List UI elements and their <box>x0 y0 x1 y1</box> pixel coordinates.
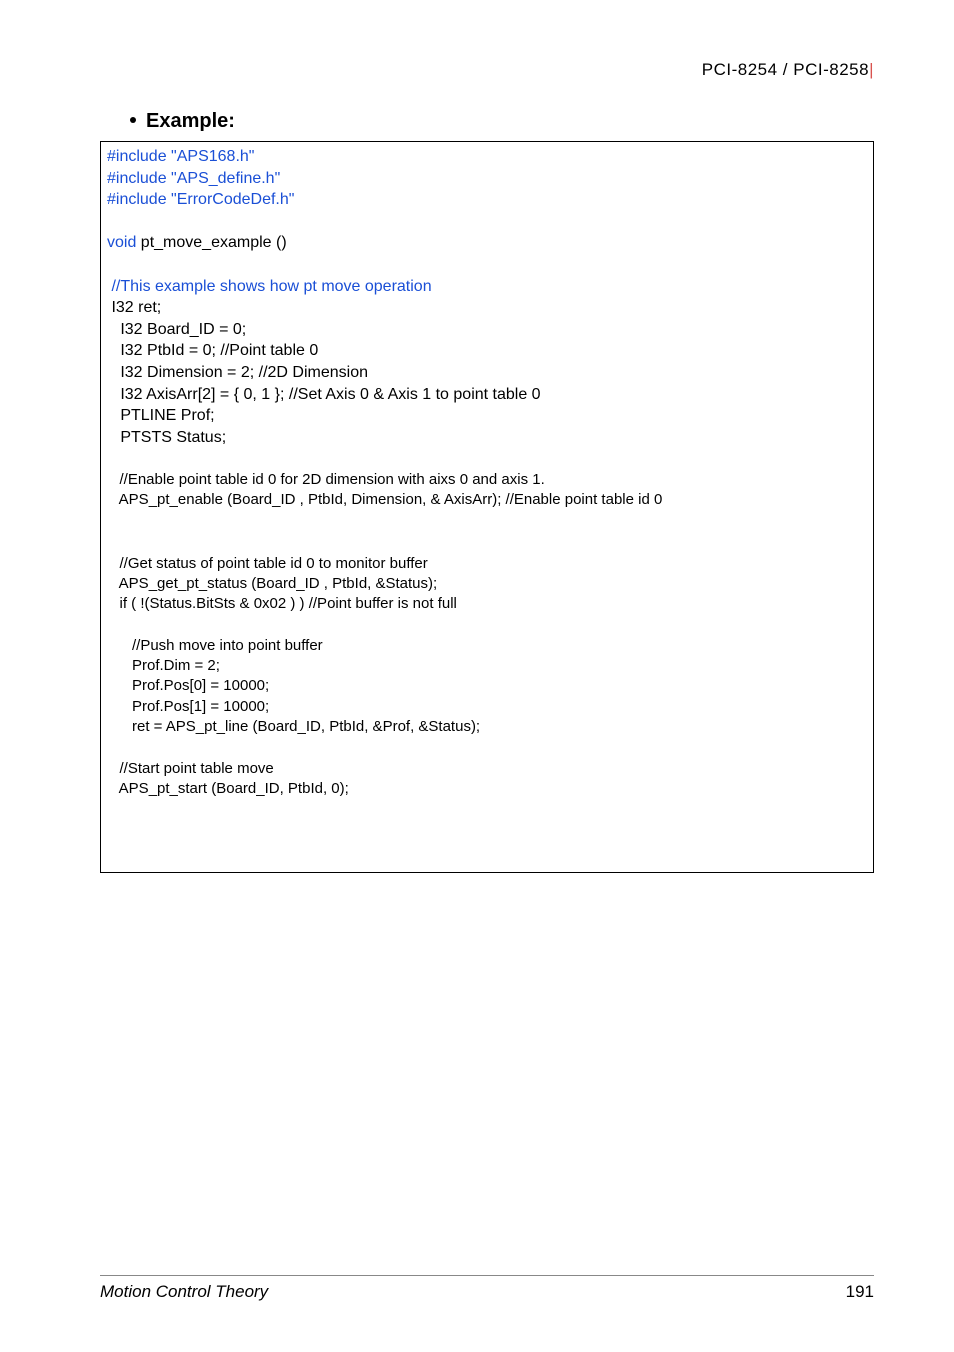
code-dimension: I32 Dimension = 2; //2D Dimension <box>107 362 867 384</box>
code-blank-5 <box>107 532 867 554</box>
code-blank-8 <box>107 799 867 821</box>
code-aps-get-pt-status: APS_get_pt_status (Board_ID , PtbId, &St… <box>107 574 867 594</box>
code-blank-9 <box>107 821 867 843</box>
code-if-status: if ( !(Status.BitSts & 0x02 ) ) //Point … <box>107 594 867 614</box>
code-axisarr: I32 AxisArr[2] = { 0, 1 }; //Set Axis 0 … <box>107 384 867 406</box>
code-blank-6 <box>107 614 867 636</box>
code-ptbid: I32 PtbId = 0; //Point table 0 <box>107 340 867 362</box>
code-prof-pos1: Prof.Pos[1] = 10000; <box>107 697 867 717</box>
code-aps-pt-enable: APS_pt_enable (Board_ID , PtbId, Dimensi… <box>107 490 867 510</box>
code-comment-start: //Start point table move <box>107 759 867 779</box>
header-model: PCI-8254 / PCI-8258 <box>702 60 869 79</box>
code-comment-getstatus: //Get status of point table id 0 to moni… <box>107 554 867 574</box>
code-include-3: #include "ErrorCodeDef.h" <box>107 189 867 211</box>
header-accent: | <box>869 60 874 79</box>
example-heading: Example: <box>130 110 874 133</box>
code-ptsts: PTSTS Status; <box>107 427 867 449</box>
code-include-1: #include "APS168.h" <box>107 146 867 168</box>
footer-page-number: 191 <box>846 1282 874 1302</box>
code-fn-sig: void pt_move_example () <box>107 232 867 254</box>
footer-title: Motion Control Theory <box>100 1282 268 1302</box>
page-header: PCI-8254 / PCI-8258| <box>100 60 874 80</box>
code-aps-pt-start: APS_pt_start (Board_ID, PtbId, 0); <box>107 779 867 799</box>
code-box: #include "APS168.h" #include "APS_define… <box>100 141 874 873</box>
code-boardid: I32 Board_ID = 0; <box>107 319 867 341</box>
code-comment-enable: //Enable point table id 0 for 2D dimensi… <box>107 470 867 490</box>
code-aps-pt-line: ret = APS_pt_line (Board_ID, PtbId, &Pro… <box>107 717 867 737</box>
code-blank-4 <box>107 510 867 532</box>
code-comment-example: //This example shows how pt move operati… <box>107 276 867 298</box>
example-label: Example: <box>146 110 235 132</box>
code-comment-push: //Push move into point buffer <box>107 636 867 656</box>
page-footer: Motion Control Theory 191 <box>100 1275 874 1302</box>
code-blank-2 <box>107 254 867 276</box>
code-blank-3 <box>107 448 867 470</box>
page: PCI-8254 / PCI-8258| Example: #include "… <box>0 0 954 1352</box>
code-include-2: #include "APS_define.h" <box>107 168 867 190</box>
code-prof-dim: Prof.Dim = 2; <box>107 656 867 676</box>
code-prof-pos0: Prof.Pos[0] = 10000; <box>107 676 867 696</box>
code-ptline: PTLINE Prof; <box>107 405 867 427</box>
code-blank-1 <box>107 211 867 233</box>
bullet-icon <box>130 117 136 123</box>
code-ret-decl: I32 ret; <box>107 297 867 319</box>
code-blank-7 <box>107 737 867 759</box>
